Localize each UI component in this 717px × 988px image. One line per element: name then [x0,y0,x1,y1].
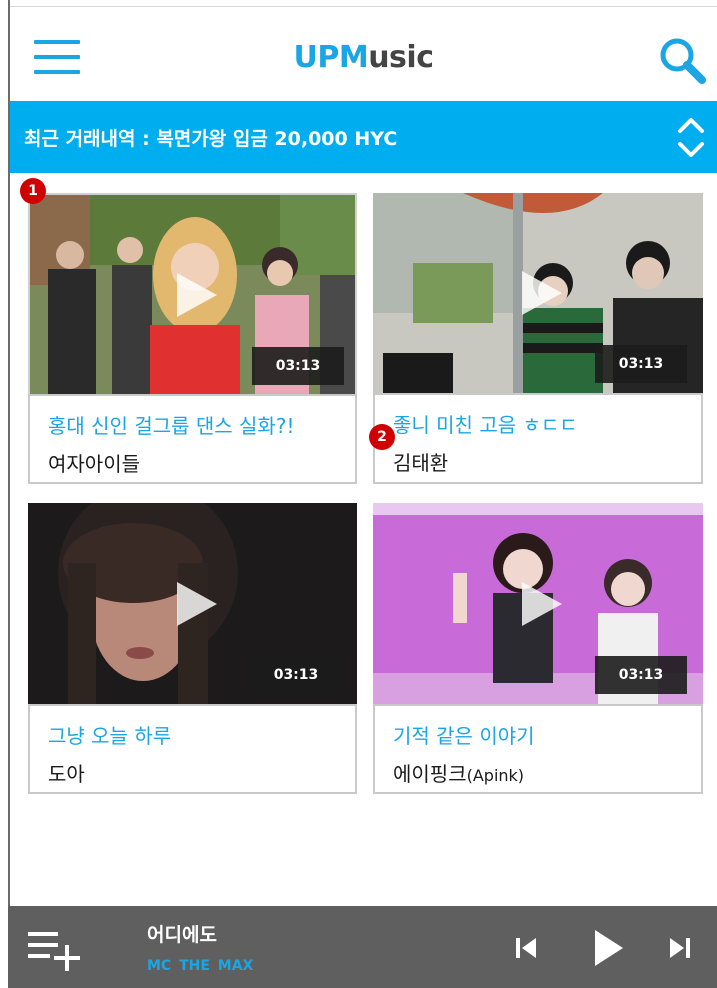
annotation-badge: 2 [369,424,395,450]
play-overlay-icon[interactable] [176,272,217,317]
now-playing-artist: MC THE MAX [147,958,254,974]
video-artist-name: 김태환 [393,451,449,475]
video-thumbnail[interactable]: 03:13 [28,193,357,396]
video-card[interactable]: 03:13 그냥 오늘 하루 도아 [28,503,357,794]
video-info[interactable]: 그냥 오늘 하루 도아 [28,704,357,794]
video-info[interactable]: 홍대 신인 걸그룹 댄스 실화?! 여자아이들 [28,394,357,484]
video-title: 기적 같은 이야기 [393,724,535,748]
top-divider [8,6,717,7]
video-thumbnail[interactable]: 03:13 [373,193,703,393]
video-duration: 03:13 [250,656,342,694]
video-artist-name: 여자아이들 [48,452,140,476]
video-card[interactable]: 03:13 좋니 미친 고음 ㅎㄷㄷ 김태환 [373,193,703,484]
video-artist-name: 에이핑크 [393,762,467,786]
now-playing-title: 어디에도 [147,924,217,946]
video-artist-name: 도아 [48,762,85,786]
video-artist: 김태환 [393,447,448,476]
video-duration: 03:13 [595,656,687,694]
mini-player: 어디에도 MC THE MAX [8,906,717,988]
play-overlay-icon[interactable] [522,581,562,626]
video-artist: 에이핑크(Apink) [393,758,524,787]
video-title: 홍대 신인 걸그룹 댄스 실화?! [48,414,295,438]
video-artist-suffix: (Apink) [466,766,525,785]
video-duration: 03:13 [595,345,687,383]
video-artist: 여자아이들 [48,448,140,477]
video-card[interactable]: 03:13 기적 같은 이야기 에이핑크(Apink) [373,503,703,794]
skip-previous-icon[interactable] [514,936,540,960]
video-info[interactable]: 좋니 미친 고음 ㅎㄷㄷ 김태환 [373,393,703,484]
video-artist: 도아 [48,758,85,787]
video-title: 좋니 미친 고음 ㅎㄷㄷ [393,413,578,437]
skip-next-icon[interactable] [668,936,694,960]
app-title: UPMusic [10,40,717,75]
app-header: UPMusic [10,8,717,101]
search-icon[interactable] [658,36,706,84]
video-title: 그냥 오늘 하루 [48,724,172,748]
chevron-up-down-icon[interactable] [676,111,706,163]
recent-transaction-banner: 최근 거래내역 : 복면가왕 입금 20,000 HYC [10,101,717,173]
play-overlay-icon[interactable] [176,581,217,626]
annotation-badge: 1 [20,178,46,204]
video-info[interactable]: 기적 같은 이야기 에이핑크(Apink) [373,704,703,794]
video-thumbnail[interactable]: 03:13 [28,503,357,704]
play-overlay-icon[interactable] [522,271,562,315]
play-icon[interactable] [593,928,625,968]
app-title-rest: usic [368,40,434,75]
app-title-accent: UPM [293,40,369,75]
recent-transaction-text: 최근 거래내역 : 복면가왕 입금 20,000 HYC [24,128,398,150]
video-card[interactable]: 03:13 홍대 신인 걸그룹 댄스 실화?! 여자아이들 [28,193,357,484]
playlist-add-icon[interactable] [28,930,84,972]
video-duration: 03:13 [252,347,344,385]
video-thumbnail[interactable]: 03:13 [373,503,703,704]
